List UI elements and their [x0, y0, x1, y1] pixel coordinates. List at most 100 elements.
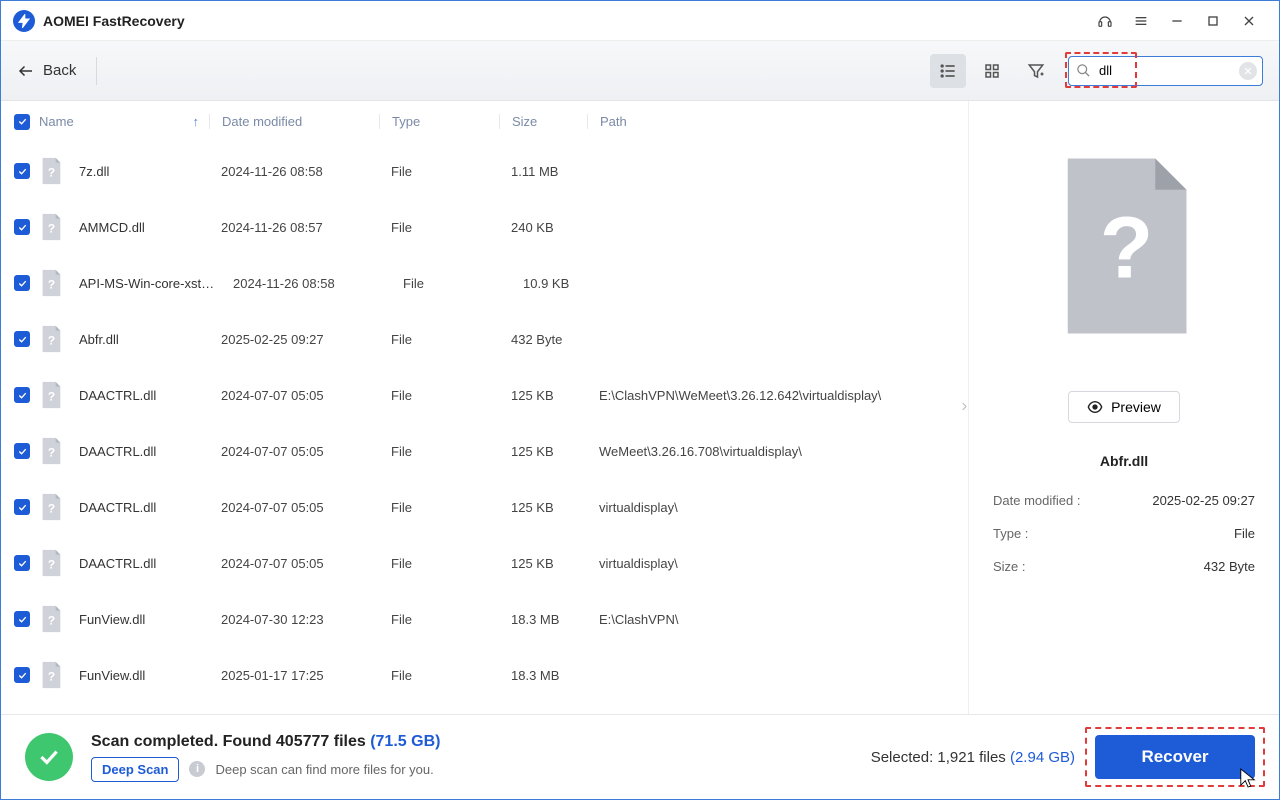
file-name: FunView.dll	[79, 612, 145, 627]
file-type: File	[391, 276, 511, 291]
table-row[interactable]: ?DAACTRL.dll2024-07-07 05:05File125 KBvi…	[1, 479, 968, 535]
table-row[interactable]: ? AMMCD.dll 2024-11-26 08:57File240 KB	[1, 199, 968, 255]
file-name: Abfr.dll	[79, 332, 119, 347]
sort-asc-icon: ↑	[193, 114, 200, 129]
table-row[interactable]: ?DAACTRL.dll2024-07-07 05:05File125 KBvi…	[1, 535, 968, 591]
close-button[interactable]	[1231, 3, 1267, 39]
file-size: 125 KB	[499, 388, 587, 403]
search-icon	[1076, 63, 1091, 81]
search-input[interactable]	[1068, 56, 1263, 86]
file-date: 2025-01-17 17:25	[209, 668, 379, 683]
file-size: 1.11 MB	[499, 164, 587, 179]
file-type: File	[379, 388, 499, 403]
file-path: E:\ClashVPN\	[587, 612, 962, 627]
file-date: 2024-07-07 05:05	[209, 388, 379, 403]
file-name: DAACTRL.dll	[79, 556, 156, 571]
status-ok-icon	[25, 733, 73, 781]
preview-button-label: Preview	[1111, 399, 1161, 415]
table-row[interactable]: ? Abfr.dll 2025-02-25 09:27File432 Byte	[1, 311, 968, 367]
file-path: virtualdisplay\	[587, 500, 962, 515]
content: Name↑ Date modified Type Size Path ? 7z.d…	[1, 101, 1279, 714]
file-size: 125 KB	[499, 556, 587, 571]
toolbar: Back	[1, 41, 1279, 101]
back-label: Back	[43, 62, 76, 79]
list-header: Name↑ Date modified Type Size Path	[1, 101, 968, 143]
file-name: DAACTRL.dll	[79, 500, 156, 515]
file-name: AMMCD.dll	[79, 220, 145, 235]
back-button[interactable]: Back	[17, 57, 97, 85]
view-list-button[interactable]	[930, 54, 966, 88]
menu-icon[interactable]	[1123, 3, 1159, 39]
row-checkbox[interactable]	[14, 387, 30, 403]
status-size: (71.5 GB)	[370, 733, 440, 750]
row-checkbox[interactable]	[14, 555, 30, 571]
file-name: DAACTRL.dll	[79, 444, 156, 459]
meta-type: Type :File	[993, 526, 1255, 541]
svg-text:?: ?	[48, 446, 55, 460]
table-row[interactable]: ?FunView.dll2024-07-30 12:23File18.3 MBE…	[1, 591, 968, 647]
preview-thumbnail: ?	[1049, 151, 1199, 341]
file-size: 432 Byte	[499, 332, 587, 347]
row-checkbox[interactable]	[14, 499, 30, 515]
file-name: 7z.dll	[79, 164, 109, 179]
row-checkbox[interactable]	[14, 163, 30, 179]
row-checkbox[interactable]	[14, 331, 30, 347]
table-row[interactable]: ?FunView.dll2025-01-17 17:25File18.3 MB	[1, 647, 968, 703]
file-type: File	[379, 220, 499, 235]
column-size[interactable]: Size	[499, 114, 587, 129]
svg-text:?: ?	[48, 222, 55, 236]
app-logo	[13, 10, 35, 32]
file-type: File	[379, 668, 499, 683]
table-row[interactable]: ?API-MS-Win-core-xstate-...2024-11-26 08…	[1, 255, 968, 311]
footer: Scan completed. Found 405777 files (71.5…	[1, 714, 1279, 799]
row-checkbox[interactable]	[14, 667, 30, 683]
support-icon[interactable]	[1087, 3, 1123, 39]
maximize-button[interactable]	[1195, 3, 1231, 39]
deep-scan-hint: Deep scan can find more files for you.	[215, 762, 433, 777]
recover-button[interactable]: Recover	[1095, 735, 1255, 779]
rows-container[interactable]: ?7z.dll2024-11-26 08:58File1.11 MB?AMMCD…	[1, 143, 968, 714]
file-date: 2024-07-07 05:05	[209, 500, 379, 515]
column-date[interactable]: Date modified	[209, 114, 379, 129]
minimize-button[interactable]	[1159, 3, 1195, 39]
file-type: File	[379, 500, 499, 515]
titlebar: AOMEI FastRecovery	[1, 1, 1279, 41]
column-path[interactable]: Path	[587, 114, 962, 129]
file-name: FunView.dll	[79, 668, 145, 683]
column-type[interactable]: Type	[379, 114, 499, 129]
table-row[interactable]: ?7z.dll2024-11-26 08:58File1.11 MB	[1, 143, 968, 199]
clear-search-button[interactable]	[1239, 62, 1257, 80]
file-type: File	[379, 332, 499, 347]
svg-text:?: ?	[48, 278, 55, 292]
app-title: AOMEI FastRecovery	[43, 13, 185, 29]
meta-size: Size :432 Byte	[993, 559, 1255, 574]
svg-text:?: ?	[48, 334, 55, 348]
file-date: 2024-07-07 05:05	[209, 444, 379, 459]
preview-button[interactable]: Preview	[1068, 391, 1180, 423]
table-row[interactable]: ?DAACTRL.dll2024-07-07 05:05File125 KBE:…	[1, 367, 968, 423]
row-checkbox[interactable]	[14, 443, 30, 459]
row-checkbox[interactable]	[14, 275, 30, 291]
column-name[interactable]: Name↑	[37, 114, 209, 129]
select-all-checkbox[interactable]	[14, 114, 30, 130]
selected-text: Selected: 1,921 files (2.94 GB)	[871, 749, 1075, 766]
row-checkbox[interactable]	[14, 219, 30, 235]
view-grid-button[interactable]	[974, 54, 1010, 88]
collapse-preview-handle[interactable]	[959, 398, 969, 417]
file-path: virtualdisplay\	[587, 556, 962, 571]
file-size: 18.3 MB	[499, 612, 587, 627]
file-size: 240 KB	[499, 220, 587, 235]
table-row[interactable]: ?DAACTRL.dll2024-07-07 05:05File125 KBWe…	[1, 423, 968, 479]
file-date: 2025-02-25 09:27	[209, 332, 379, 347]
deep-scan-button[interactable]: Deep Scan	[91, 757, 179, 782]
file-type: File	[379, 164, 499, 179]
file-date: 2024-11-26 08:58	[221, 276, 391, 291]
svg-text:?: ?	[48, 390, 55, 404]
search-wrap	[1068, 56, 1263, 86]
row-checkbox[interactable]	[14, 611, 30, 627]
file-date: 2024-11-26 08:58	[209, 164, 379, 179]
filter-button[interactable]	[1018, 54, 1054, 88]
file-list: Name↑ Date modified Type Size Path ? 7z.d…	[1, 101, 969, 714]
file-type: File	[379, 612, 499, 627]
file-date: 2024-11-26 08:57	[209, 220, 379, 235]
